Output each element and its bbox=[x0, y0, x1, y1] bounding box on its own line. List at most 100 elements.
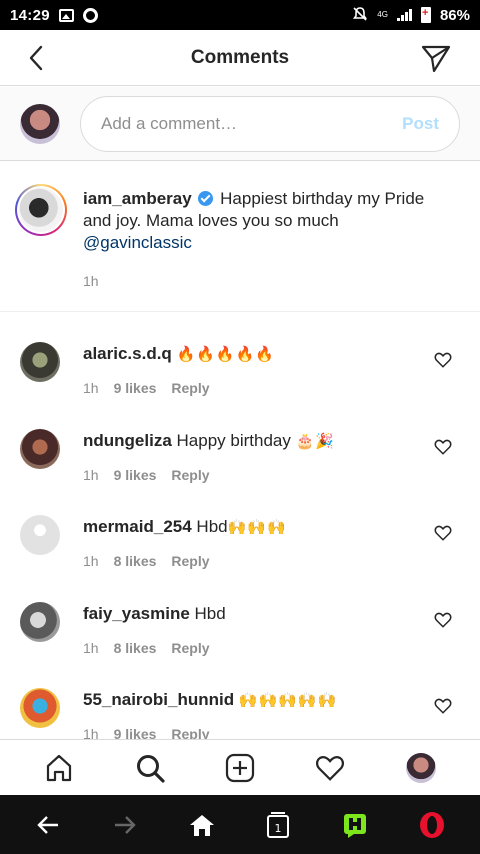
page-title: Comments bbox=[190, 46, 290, 68]
paper-plane-icon bbox=[421, 45, 451, 73]
comment-meta: 1h 8 likes Reply bbox=[83, 640, 210, 656]
comment-likes[interactable]: 9 likes bbox=[114, 726, 157, 739]
like-heart-icon[interactable] bbox=[434, 611, 452, 629]
opera-icon bbox=[419, 811, 444, 838]
comment-emoji: 🙌🙌🙌🙌🙌 bbox=[238, 691, 338, 709]
comment-meta: 1h 9 likes Reply bbox=[83, 726, 210, 739]
back-button[interactable] bbox=[22, 44, 50, 72]
comments-list[interactable]: alaric.s.d.q 🔥🔥🔥🔥🔥 1h 9 likes Reply ndun… bbox=[0, 313, 480, 739]
nav-home-button[interactable] bbox=[35, 744, 83, 792]
comments-header: Comments bbox=[0, 30, 480, 86]
activity-heart-icon bbox=[316, 755, 345, 781]
battery-icon bbox=[420, 7, 431, 23]
comment-text: faiy_yasmine Hbd bbox=[83, 603, 226, 625]
current-user-avatar bbox=[20, 103, 60, 144]
like-heart-icon[interactable] bbox=[434, 351, 452, 369]
nav-profile-button[interactable] bbox=[397, 744, 445, 792]
verified-badge-icon bbox=[198, 191, 214, 206]
reply-button[interactable]: Reply bbox=[171, 380, 209, 396]
caption-author-avatar[interactable] bbox=[15, 184, 67, 236]
search-icon bbox=[136, 754, 165, 783]
comment-likes[interactable]: 9 likes bbox=[114, 380, 157, 396]
tabs-icon: 1 bbox=[267, 811, 290, 838]
gallery-icon bbox=[58, 8, 74, 22]
tab-count: 1 bbox=[275, 822, 282, 835]
caption-text: iam_amberay Happiest birthday my Pride a… bbox=[83, 188, 443, 254]
nav-add-post-button[interactable] bbox=[216, 744, 264, 792]
status-bar: 14:29 4G 86% bbox=[0, 0, 480, 30]
reply-button[interactable]: Reply bbox=[171, 553, 209, 569]
signal-icon bbox=[396, 9, 412, 21]
nav-activity-button[interactable] bbox=[306, 744, 354, 792]
comment-text: 55_nairobi_hunnid 🙌🙌🙌🙌🙌 bbox=[83, 689, 337, 711]
post-button[interactable]: Post bbox=[402, 114, 439, 134]
sys-opera-menu-button[interactable] bbox=[408, 801, 456, 849]
comment-item: mermaid_254 Hbd🙌🙌🙌 1h 8 likes Reply bbox=[0, 486, 480, 573]
comment-emoji: 🔥🔥🔥🔥🔥 bbox=[176, 345, 275, 363]
network-type: 4G bbox=[377, 10, 388, 19]
back-arrow-icon bbox=[37, 815, 59, 834]
comment-input[interactable] bbox=[101, 113, 381, 134]
commenter-avatar[interactable] bbox=[20, 429, 60, 469]
like-heart-icon[interactable] bbox=[434, 524, 452, 542]
comment-text: mermaid_254 Hbd🙌🙌🙌 bbox=[83, 516, 287, 538]
commenter-avatar[interactable] bbox=[20, 688, 60, 728]
opera-notification-icon bbox=[82, 7, 98, 23]
hype-icon bbox=[343, 813, 366, 838]
comment-username[interactable]: mermaid_254 bbox=[83, 517, 192, 536]
caption-mention-link[interactable]: @gavinclassic bbox=[83, 233, 192, 252]
comment-box[interactable]: Post bbox=[80, 95, 460, 152]
caption-time: 1h bbox=[83, 273, 99, 289]
comment-username[interactable]: alaric.s.d.q bbox=[83, 344, 172, 363]
share-button[interactable] bbox=[420, 42, 452, 74]
sys-back-button[interactable] bbox=[24, 801, 72, 849]
comment-time: 1h bbox=[83, 640, 99, 656]
mute-icon bbox=[352, 6, 368, 25]
sys-tabs-button[interactable]: 1 bbox=[254, 801, 302, 849]
comment-username[interactable]: faiy_yasmine bbox=[83, 604, 190, 623]
like-heart-icon[interactable] bbox=[434, 697, 452, 715]
post-caption: iam_amberay Happiest birthday my Pride a… bbox=[0, 162, 480, 312]
comment-username[interactable]: 55_nairobi_hunnid bbox=[83, 690, 234, 709]
sys-home-button[interactable] bbox=[178, 801, 226, 849]
avatar bbox=[19, 188, 63, 232]
comment-time: 1h bbox=[83, 726, 99, 739]
commenter-avatar[interactable] bbox=[20, 342, 60, 382]
browser-system-nav: 1 bbox=[0, 795, 480, 854]
comment-time: 1h bbox=[83, 467, 99, 483]
sys-hype-button[interactable] bbox=[331, 801, 379, 849]
comment-time: 1h bbox=[83, 380, 99, 396]
comment-emoji: 🎂🎉 bbox=[295, 432, 335, 450]
comment-meta: 1h 8 likes Reply bbox=[83, 553, 210, 569]
home-icon bbox=[47, 754, 72, 781]
comment-meta: 1h 9 likes Reply bbox=[83, 380, 210, 396]
nav-search-button[interactable] bbox=[126, 744, 174, 792]
chevron-left-icon bbox=[29, 45, 43, 71]
status-time: 14:29 bbox=[10, 6, 50, 24]
profile-avatar bbox=[405, 752, 436, 783]
comment-meta: 1h 9 likes Reply bbox=[83, 467, 210, 483]
reply-button[interactable]: Reply bbox=[171, 467, 209, 483]
reply-button[interactable]: Reply bbox=[171, 640, 209, 656]
add-comment-row: Post bbox=[0, 87, 480, 161]
comment-emoji: 🙌🙌🙌 bbox=[227, 518, 287, 536]
home-icon bbox=[189, 814, 214, 836]
reply-button[interactable]: Reply bbox=[171, 726, 209, 739]
caption-username[interactable]: iam_amberay bbox=[83, 189, 192, 208]
like-heart-icon[interactable] bbox=[434, 438, 452, 456]
comment-text: ndungeliza Happy birthday 🎂🎉 bbox=[83, 430, 335, 452]
comment-body: Hbd bbox=[194, 604, 226, 623]
add-post-icon bbox=[225, 753, 255, 782]
commenter-avatar[interactable] bbox=[20, 602, 60, 642]
comment-likes[interactable]: 9 likes bbox=[114, 467, 157, 483]
comment-item: ndungeliza Happy birthday 🎂🎉 1h 9 likes … bbox=[0, 400, 480, 487]
comment-text: alaric.s.d.q 🔥🔥🔥🔥🔥 bbox=[83, 343, 275, 365]
comment-likes[interactable]: 8 likes bbox=[114, 640, 157, 656]
comment-time: 1h bbox=[83, 553, 99, 569]
comment-username[interactable]: ndungeliza bbox=[83, 431, 172, 450]
sys-forward-button[interactable] bbox=[101, 801, 149, 849]
commenter-avatar-default[interactable] bbox=[20, 515, 60, 555]
comment-body: Hbd bbox=[196, 517, 228, 536]
bottom-navigation bbox=[0, 739, 480, 795]
comment-likes[interactable]: 8 likes bbox=[114, 553, 157, 569]
